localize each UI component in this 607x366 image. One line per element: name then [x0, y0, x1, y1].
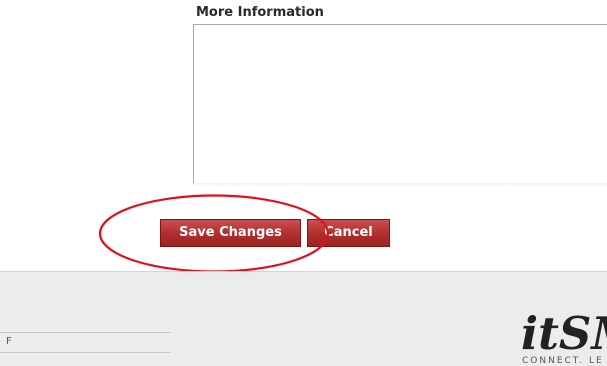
logo-tagline: CONNECT. LE — [522, 356, 604, 366]
save-changes-button[interactable]: Save Changes — [160, 219, 301, 247]
footer-divider-top — [0, 332, 171, 333]
more-information-textarea[interactable] — [193, 24, 607, 186]
footer-link[interactable]: F — [6, 336, 12, 347]
cancel-button[interactable]: Cancel — [307, 219, 390, 247]
textarea-bottom-shadow — [193, 183, 607, 187]
logo-text: itSM — [521, 307, 607, 360]
footer-divider-bottom — [0, 352, 171, 353]
page: More Information Save Changes Cancel F i… — [0, 0, 607, 366]
more-information-label: More Information — [196, 5, 324, 20]
itsm-logo: itSM — [521, 311, 607, 356]
